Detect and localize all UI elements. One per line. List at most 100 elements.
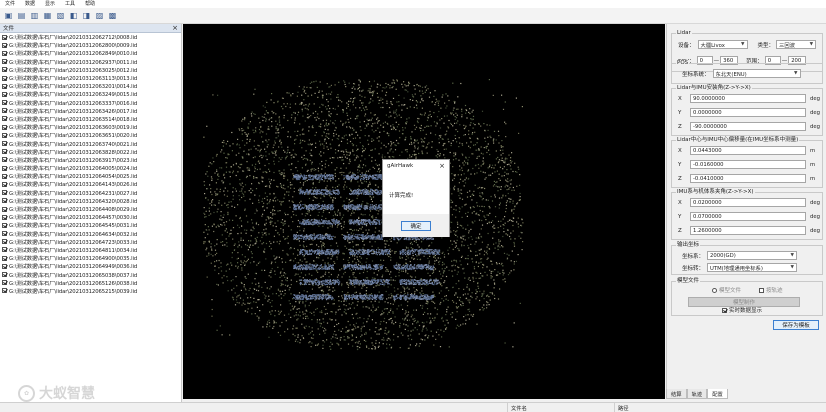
file-checkbox[interactable] [2, 272, 7, 278]
menu-help[interactable]: 帮助 [80, 0, 100, 8]
file-list-item[interactable]: G:\测试数据\车石厂\lidar\20210312062849\0010.li… [2, 49, 181, 57]
menu-file[interactable]: 文件 [0, 0, 20, 8]
file-list-item[interactable]: G:\测试数据\车石厂\lidar\20210312065038\0037.li… [2, 270, 181, 279]
file-checkbox[interactable] [2, 149, 7, 155]
file-checkbox[interactable] [2, 67, 7, 73]
tab-solve[interactable]: 结算 [666, 389, 687, 399]
coord-select[interactable]: 东北天(ENU) ▼ [712, 69, 801, 78]
file-checkbox[interactable] [2, 165, 7, 171]
file-checkbox[interactable] [2, 247, 7, 253]
open-icon[interactable]: ▣ [3, 10, 14, 21]
file-checkbox[interactable] [2, 214, 7, 220]
file-checkbox[interactable] [2, 100, 7, 106]
file-checkbox[interactable] [2, 141, 7, 147]
type-select[interactable]: 三回波 ▼ [776, 40, 817, 49]
file-list-item[interactable]: G:\测试数据\车石厂\lidar\20210312064054\0025.li… [2, 172, 181, 180]
file-checkbox[interactable] [2, 263, 7, 269]
file-list-item[interactable]: G:\测试数据\车石厂\lidar\20210312063514\0018.li… [2, 115, 181, 123]
file-list-item[interactable]: G:\测试数据\车石厂\lidar\20210312063917\0023.li… [2, 156, 181, 164]
realtime-checkbox[interactable] [722, 307, 727, 313]
file-checkbox[interactable] [2, 198, 7, 204]
menu-data[interactable]: 数据 [20, 0, 40, 8]
file-list-item[interactable]: G:\测试数据\车石厂\lidar\20210312063651\0020.li… [2, 131, 181, 139]
file-checkbox[interactable] [2, 132, 7, 138]
file-checkbox[interactable] [2, 222, 7, 228]
body-z-input[interactable]: 1.2600000 [690, 226, 806, 235]
file-list-item[interactable]: G:\测试数据\车石厂\lidar\20210312064811\0034.li… [2, 246, 181, 254]
file-list-item[interactable]: G:\测试数据\车石厂\lidar\20210312064408\0029.li… [2, 205, 181, 213]
open-folder-icon[interactable]: ▤ [16, 10, 27, 21]
file-checkbox[interactable] [2, 255, 7, 261]
file-list-item[interactable]: G:\测试数据\车石厂\lidar\20210312064949\0036.li… [2, 262, 181, 270]
off-x-input[interactable]: 0.0443000 [690, 146, 806, 155]
file-list-item[interactable]: G:\测试数据\车石厂\lidar\20210312064231\0027.li… [2, 189, 181, 197]
file-checkbox[interactable] [2, 83, 7, 89]
close-icon[interactable]: × [439, 162, 445, 170]
layers-icon[interactable]: ◧ [68, 10, 79, 21]
file-list-item[interactable]: G:\测试数据\车石厂\lidar\20210312063426\0017.li… [2, 107, 181, 115]
tab-config[interactable]: 配置 [707, 389, 728, 399]
file-checkbox[interactable] [2, 116, 7, 122]
export-icon[interactable]: ▧ [55, 10, 66, 21]
import-icon[interactable]: ▦ [42, 10, 53, 21]
file-list-item[interactable]: G:\测试数据\车石厂\lidar\20210312063828\0022.li… [2, 148, 181, 156]
file-checkbox[interactable] [2, 75, 7, 81]
file-checkbox[interactable] [2, 288, 7, 294]
file-list-item[interactable]: G:\测试数据\车石厂\lidar\20210312065126\0038.li… [2, 279, 181, 287]
file-checkbox[interactable] [2, 181, 7, 187]
file-checkbox[interactable] [2, 124, 7, 130]
file-list-item[interactable]: G:\测试数据\车石厂\lidar\20210312063025\0012.li… [2, 66, 181, 74]
rot-z-input[interactable]: -90.0000000 [690, 122, 806, 131]
file-list-item[interactable]: G:\测试数据\车石厂\lidar\20210312062712\0008.li… [2, 33, 181, 41]
ok-button[interactable]: 确定 [401, 220, 431, 231]
file-checkbox[interactable] [2, 231, 7, 237]
file-list-item[interactable]: G:\测试数据\车石厂\lidar\20210312064723\0033.li… [2, 238, 181, 246]
proj-select[interactable]: UTM(地理通用坐标系) ▼ [707, 263, 797, 272]
file-checkbox[interactable] [2, 59, 7, 65]
file-list-item[interactable]: G:\测试数据\车石厂\lidar\20210312063337\0016.li… [2, 99, 181, 107]
file-checkbox[interactable] [2, 91, 7, 97]
device-select[interactable]: 大疆Livox ▼ [697, 40, 748, 49]
body-y-input[interactable]: 0.0700000 [690, 212, 806, 221]
save-icon[interactable]: ▥ [29, 10, 40, 21]
rot-y-input[interactable]: 0.0000000 [690, 108, 806, 117]
file-list-item[interactable]: G:\测试数据\车石厂\lidar\20210312062800\0009.li… [2, 41, 181, 49]
save-template-button[interactable]: 保存为模板 [773, 320, 819, 330]
datum-select[interactable]: 2000(GD) ▼ [707, 251, 797, 260]
file-checkbox[interactable] [2, 173, 7, 179]
file-list-item[interactable]: G:\测试数据\车石厂\lidar\20210312064005\0024.li… [2, 164, 181, 172]
file-list-item[interactable]: G:\测试数据\车石厂\lidar\20210312064143\0026.li… [2, 180, 181, 188]
view-icon[interactable]: ▩ [107, 10, 118, 21]
rot-x-input[interactable]: 90.0000000 [690, 94, 806, 103]
off-y-input[interactable]: -0.0160000 [690, 160, 806, 169]
menu-tools[interactable]: 工具 [60, 0, 80, 8]
file-list-item[interactable]: G:\测试数据\车石厂\lidar\20210312064545\0031.li… [2, 221, 181, 229]
file-checkbox[interactable] [2, 190, 7, 196]
file-list-item[interactable]: G:\测试数据\车石厂\lidar\20210312063113\0013.li… [2, 74, 181, 82]
image-icon[interactable]: ▨ [94, 10, 105, 21]
file-list-item[interactable]: G:\测试数据\车石厂\lidar\20210312064634\0032.li… [2, 230, 181, 238]
file-list-item[interactable]: G:\测试数据\车石厂\lidar\20210312063603\0019.li… [2, 123, 181, 131]
file-checkbox[interactable] [2, 157, 7, 163]
file-checkbox[interactable] [2, 50, 7, 56]
file-checkbox[interactable] [2, 42, 7, 48]
file-list-item[interactable]: G:\测试数据\车石厂\lidar\20210312063201\0014.li… [2, 82, 181, 90]
file-checkbox[interactable] [2, 206, 7, 212]
file-list-item[interactable]: G:\测试数据\车石厂\lidar\20210312063740\0021.li… [2, 139, 181, 148]
track-checkbox[interactable] [759, 287, 765, 293]
file-list-item[interactable]: G:\测试数据\车石厂\lidar\20210312062937\0011.li… [2, 58, 181, 66]
body-x-input[interactable]: 0.0200000 [690, 198, 806, 207]
tab-track[interactable]: 轨迹 [686, 389, 708, 399]
off-z-input[interactable]: -0.0410000 [690, 174, 806, 183]
file-checkbox[interactable] [2, 239, 7, 245]
file-checkbox[interactable] [2, 34, 7, 40]
model-radio[interactable] [712, 287, 717, 293]
menu-view[interactable]: 显示 [40, 0, 60, 8]
file-list-item[interactable]: G:\测试数据\车石厂\lidar\20210312064900\0035.li… [2, 254, 181, 262]
close-icon[interactable]: × [172, 24, 178, 32]
file-list-item[interactable]: G:\测试数据\车石厂\lidar\20210312064320\0028.li… [2, 197, 181, 205]
file-list-item[interactable]: G:\测试数据\车石厂\lidar\20210312064457\0030.li… [2, 213, 181, 221]
file-checkbox[interactable] [2, 108, 7, 114]
settings-icon[interactable]: ◨ [81, 10, 92, 21]
file-list-item[interactable]: G:\测试数据\车石厂\lidar\20210312065215\0039.li… [2, 287, 181, 295]
